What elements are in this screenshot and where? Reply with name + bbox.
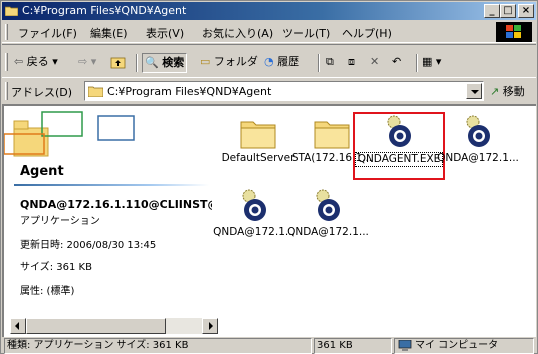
file-label: QNDA@172.1...	[437, 152, 519, 164]
toolbar-grip[interactable]	[5, 53, 8, 71]
address-bar: アドレス(D) C:¥Program Files¥QND¥Agent ↗ 移動	[2, 79, 536, 103]
status-size: 361 KB	[314, 338, 392, 354]
forward-arrow-icon: ⇨	[78, 55, 88, 68]
views-dropdown-icon: ▾	[435, 55, 442, 68]
file-item-selected[interactable]: QNDAGENT.EXE	[355, 112, 443, 167]
back-button[interactable]: ⇦ 戻る ▾	[14, 53, 58, 73]
maximize-button[interactable]: □	[500, 4, 516, 18]
move-to-button[interactable]: ⧉	[326, 53, 334, 73]
file-label: QNDAGENT.EXE	[355, 152, 443, 167]
qnd-app-icon	[242, 189, 266, 221]
selected-file-size: サイズ: 361 KB	[20, 262, 92, 273]
up-folder-button[interactable]	[110, 53, 126, 73]
copy-to-icon: ⧈	[348, 55, 355, 68]
search-button[interactable]: 🔍 検索	[142, 53, 188, 73]
toolbar-separator	[416, 54, 418, 72]
my-computer-icon	[398, 340, 412, 351]
go-arrow-icon: ↗	[490, 85, 500, 98]
selected-file-modified: 更新日時: 2006/08/30 13:45	[20, 240, 157, 251]
undo-button[interactable]: ↶	[392, 53, 401, 73]
address-value: C:¥Program Files¥QND¥Agent	[107, 85, 272, 98]
details-pane: Agent QNDA@172.16.1.110@CLIINST@( アプリケーシ…	[4, 106, 212, 317]
menu-file[interactable]: ファイル(F)	[18, 25, 77, 41]
history-label: 履歴	[277, 55, 300, 68]
forward-dropdown-icon: ▾	[90, 55, 97, 68]
banner-divider	[14, 184, 209, 186]
menu-bar: ファイル(F) 編集(E) 表示(V) お気に入り(A) ツール(T) ヘルプ(…	[2, 21, 536, 43]
selected-file-attributes: 属性: (標準)	[20, 286, 75, 297]
close-button[interactable]: ×	[518, 4, 534, 18]
back-label: 戻る	[26, 55, 49, 68]
back-arrow-icon: ⇦	[14, 55, 24, 68]
undo-icon: ↶	[392, 55, 402, 68]
delete-icon: ✕	[370, 55, 380, 68]
qnd-app-icon	[466, 115, 490, 147]
address-label: アドレス(D)	[11, 86, 73, 99]
folder-view[interactable]: Agent QNDA@172.16.1.110@CLIINST@( アプリケーシ…	[2, 104, 536, 337]
qnd-app-icon	[387, 115, 411, 147]
file-label: QNDA@172.1...	[287, 226, 369, 238]
address-input[interactable]: C:¥Program Files¥QND¥Agent	[84, 81, 484, 101]
address-dropdown-button[interactable]	[466, 83, 482, 99]
search-label: 検索	[162, 56, 185, 69]
window-title: C:¥Program Files¥QND¥Agent	[22, 4, 187, 17]
minimize-button[interactable]: _	[484, 4, 500, 18]
menu-grip[interactable]	[5, 24, 8, 40]
file-item[interactable]: QNDA@172.1...	[432, 112, 524, 165]
windows-logo-icon	[496, 22, 532, 42]
folders-icon: ▭	[200, 55, 211, 68]
menu-help[interactable]: ヘルプ(H)	[342, 25, 392, 41]
selected-file-type: アプリケーション	[20, 216, 100, 227]
forward-button[interactable]: ⇨ ▾	[78, 53, 96, 73]
menu-favorites[interactable]: お気に入り(A)	[202, 25, 273, 41]
toolbar-separator	[318, 54, 320, 72]
menu-view[interactable]: 表示(V)	[146, 25, 184, 41]
scroll-left-button[interactable]	[10, 318, 26, 334]
views-button[interactable]: ▦ ▾	[422, 53, 441, 73]
move-to-icon: ⧉	[326, 55, 334, 68]
folder-icon	[5, 6, 18, 16]
history-icon: ◔	[264, 55, 274, 68]
views-icon: ▦	[422, 55, 433, 68]
horizontal-scrollbar[interactable]	[10, 318, 218, 334]
address-grip[interactable]	[5, 82, 8, 100]
folder-icon	[314, 121, 350, 149]
toolbar-separator	[136, 54, 138, 72]
go-button[interactable]: ↗ 移動	[490, 83, 525, 99]
up-folder-icon	[110, 57, 126, 69]
scroll-thumb[interactable]	[26, 318, 166, 334]
go-label: 移動	[502, 85, 525, 98]
qnd-app-icon	[316, 189, 340, 221]
folder-title: Agent	[20, 164, 64, 179]
folder-icon	[240, 121, 276, 149]
menu-tools[interactable]: ツール(T)	[282, 25, 330, 41]
folders-button[interactable]: ▭ フォルダ	[200, 53, 258, 73]
search-icon: 🔍	[145, 56, 159, 69]
scroll-right-button[interactable]	[202, 318, 218, 334]
folders-label: フォルダ	[213, 55, 258, 68]
status-zone: マイ コンピュータ	[394, 338, 534, 354]
menu-edit[interactable]: 編集(E)	[90, 25, 128, 41]
title-bar[interactable]: C:¥Program Files¥QND¥Agent _ □ ×	[2, 2, 536, 20]
status-zone-label: マイ コンピュータ	[415, 340, 499, 351]
copy-to-button[interactable]: ⧈	[348, 53, 355, 73]
selected-file-name: QNDA@172.16.1.110@CLIINST@(	[20, 198, 212, 211]
back-dropdown-icon: ▾	[52, 55, 58, 68]
history-button[interactable]: ◔ 履歴	[264, 53, 299, 73]
standard-toolbar: ⇦ 戻る ▾ ⇨ ▾ 🔍 検索 ▭ フォルダ ◔ 履歴 ⧉ ⧈ ✕ ↶ ▦ ▾	[2, 44, 536, 78]
delete-button[interactable]: ✕	[370, 53, 379, 73]
file-item[interactable]: QNDA@172.1...	[282, 186, 374, 239]
folder-icon	[88, 86, 103, 97]
status-description: 種類: アプリケーション サイズ: 361 KB	[4, 338, 312, 354]
explorer-window: C:¥Program Files¥QND¥Agent _ □ × ファイル(F)…	[0, 0, 538, 354]
status-bar: 種類: アプリケーション サイズ: 361 KB 361 KB マイ コンピュー…	[2, 337, 536, 354]
